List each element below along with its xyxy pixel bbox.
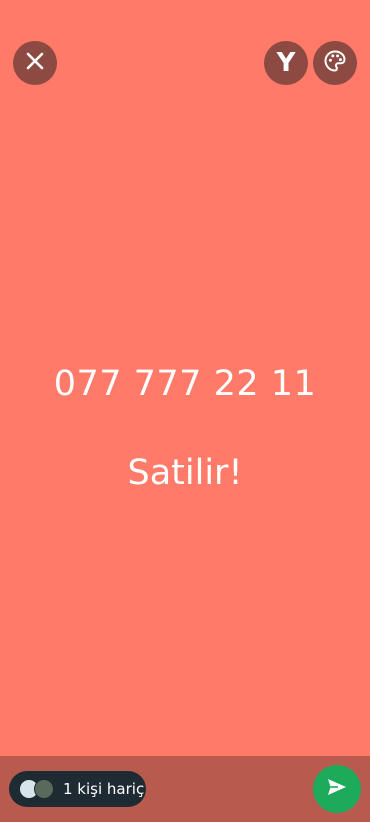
- bottom-bar: 1 kişi hariç: [0, 756, 370, 822]
- text-style-button[interactable]: Y: [264, 41, 308, 85]
- text-style-label: Y: [276, 48, 296, 78]
- palette-icon: [323, 49, 347, 77]
- send-button[interactable]: [313, 765, 361, 813]
- status-text-line-1[interactable]: 077 777 22 11: [0, 364, 370, 404]
- status-text-line-2[interactable]: Satilir!: [0, 453, 370, 493]
- color-palette-button[interactable]: [313, 41, 357, 85]
- audience-label: 1 kişi hariç: [63, 780, 145, 798]
- top-toolbar: Y: [0, 0, 370, 130]
- audience-selector[interactable]: 1 kişi hariç: [9, 771, 146, 807]
- close-button[interactable]: [13, 41, 57, 85]
- audience-avatars: [17, 771, 65, 807]
- send-icon: [325, 775, 349, 803]
- avatar: [34, 779, 54, 799]
- close-icon: [24, 50, 46, 76]
